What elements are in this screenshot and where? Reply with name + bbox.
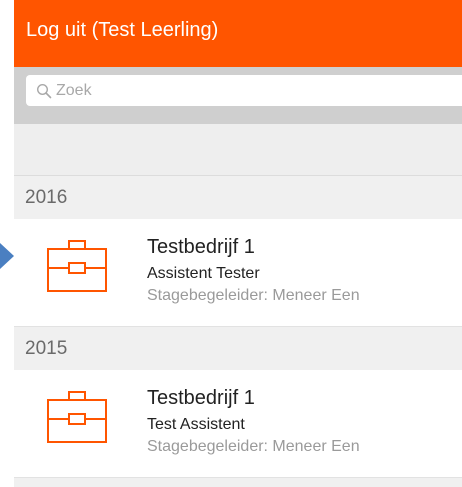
list-bottom-band [14,478,462,487]
supervisor-label: Stagebegeleider: Meneer Een [147,438,360,455]
search-icon [36,83,52,98]
annotation-arrow-icon [0,243,14,269]
logout-link[interactable]: Log uit (Test Leerling) [26,19,218,42]
supervisor-label: Stagebegeleider: Meneer Een [147,287,360,304]
search-bar: Zoek [14,67,462,124]
item-text: Testbedrijf 1 Test Assistent Stagebegele… [147,386,360,458]
year-header: 2015 [14,327,462,370]
company-name: Testbedrijf 1 [147,236,255,258]
year-header: 2016 [14,176,462,219]
screen: Log uit (Test Leerling) Zoek 2016 Testbe… [0,0,462,487]
list-item[interactable]: Testbedrijf 1 Test Assistent Stagebegele… [14,370,462,478]
search-input[interactable]: Zoek [26,75,462,106]
item-text: Testbedrijf 1 Assistent Tester Stagebege… [147,235,360,307]
search-placeholder: Zoek [56,81,92,99]
app-header: Log uit (Test Leerling) [14,0,462,67]
briefcase-icon [47,240,107,292]
role-title: Test Assistent [147,416,245,433]
list-top-spacer [14,124,462,176]
list-item[interactable]: Testbedrijf 1 Assistent Tester Stagebege… [14,219,462,327]
internship-list-panel: Log uit (Test Leerling) Zoek 2016 Testbe… [14,0,462,487]
role-title: Assistent Tester [147,265,260,282]
company-name: Testbedrijf 1 [147,387,255,409]
briefcase-icon [47,391,107,443]
